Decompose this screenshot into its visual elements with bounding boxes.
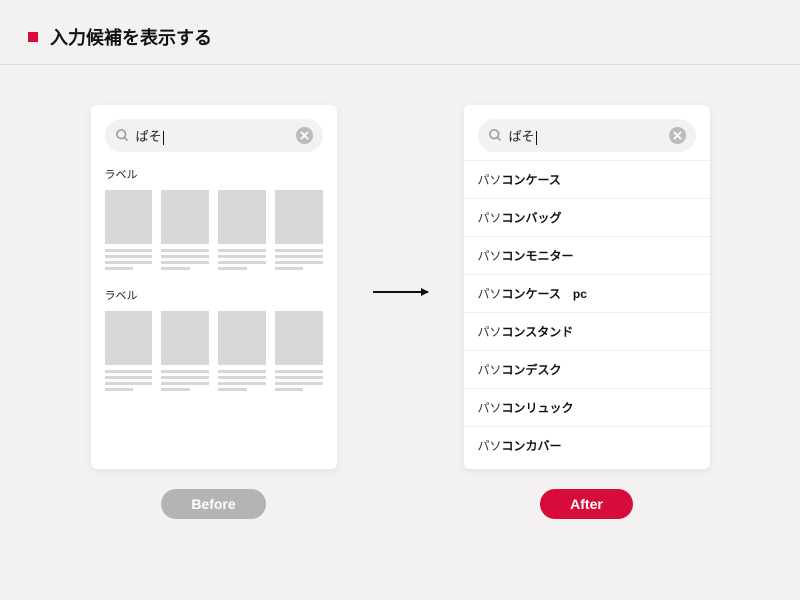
after-pill: After: [540, 489, 633, 519]
suggestion-item[interactable]: パソコンケース pc: [464, 274, 710, 312]
list-item: [218, 190, 266, 273]
page-header: 入力候補を表示する: [0, 0, 800, 65]
suggestion-item[interactable]: パソコンカバー: [464, 426, 710, 455]
arrow-icon: [373, 291, 428, 293]
search-input[interactable]: ぱそ: [136, 126, 290, 145]
suggestion-item[interactable]: パソコンデスク: [464, 350, 710, 388]
list-item: [105, 311, 153, 394]
after-card: ぱそ パソコンケース パソコンバッグ パソコンモニター パソコンケース pc パ…: [464, 105, 710, 469]
suggestion-item[interactable]: パソコンリュック: [464, 388, 710, 426]
suggestion-item[interactable]: パソコンバッグ: [464, 198, 710, 236]
before-column: ぱそ ラベル ラベル Before: [91, 105, 337, 519]
section-label: ラベル: [105, 166, 323, 182]
comparison-area: ぱそ ラベル ラベル Before: [0, 65, 800, 519]
thumb-row: [105, 311, 323, 394]
section-label: ラベル: [105, 287, 323, 303]
list-item: [275, 311, 323, 394]
page-title: 入力候補を表示する: [50, 24, 212, 50]
search-box[interactable]: ぱそ: [105, 119, 323, 152]
suggestion-item[interactable]: パソコンケース: [464, 160, 710, 198]
list-item: [275, 190, 323, 273]
search-icon: [488, 128, 503, 143]
suggestion-list: パソコンケース パソコンバッグ パソコンモニター パソコンケース pc パソコン…: [464, 160, 710, 455]
before-pill: Before: [161, 489, 265, 519]
list-item: [161, 190, 209, 273]
after-column: ぱそ パソコンケース パソコンバッグ パソコンモニター パソコンケース pc パ…: [464, 105, 710, 519]
list-item: [161, 311, 209, 394]
before-card: ぱそ ラベル ラベル: [91, 105, 337, 469]
search-icon: [115, 128, 130, 143]
thumb-row: [105, 190, 323, 273]
suggestion-item[interactable]: パソコンスタンド: [464, 312, 710, 350]
list-item: [218, 311, 266, 394]
clear-button[interactable]: [296, 127, 313, 144]
search-box[interactable]: ぱそ: [478, 119, 696, 152]
accent-square: [28, 32, 38, 42]
suggestion-item[interactable]: パソコンモニター: [464, 236, 710, 274]
search-input[interactable]: ぱそ: [509, 126, 663, 145]
list-item: [105, 190, 153, 273]
clear-button[interactable]: [669, 127, 686, 144]
